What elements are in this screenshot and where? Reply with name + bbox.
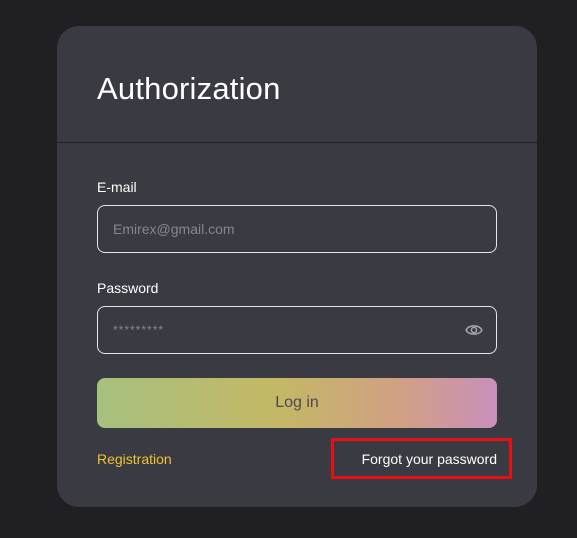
password-field[interactable] bbox=[113, 307, 453, 353]
password-label: Password bbox=[97, 280, 159, 296]
auth-page: Authorization E-mail Password Log in Reg… bbox=[0, 0, 577, 538]
page-title: Authorization bbox=[97, 71, 281, 106]
forgot-password-link[interactable]: Forgot your password bbox=[362, 451, 497, 467]
email-field-box[interactable] bbox=[97, 205, 497, 253]
password-field-box[interactable] bbox=[97, 306, 497, 354]
registration-link[interactable]: Registration bbox=[97, 451, 172, 467]
authorization-card: Authorization E-mail Password Log in Reg… bbox=[57, 26, 537, 507]
email-label: E-mail bbox=[97, 179, 137, 195]
login-button[interactable]: Log in bbox=[97, 378, 497, 428]
email-field[interactable] bbox=[113, 206, 453, 252]
eye-icon[interactable] bbox=[465, 322, 483, 338]
